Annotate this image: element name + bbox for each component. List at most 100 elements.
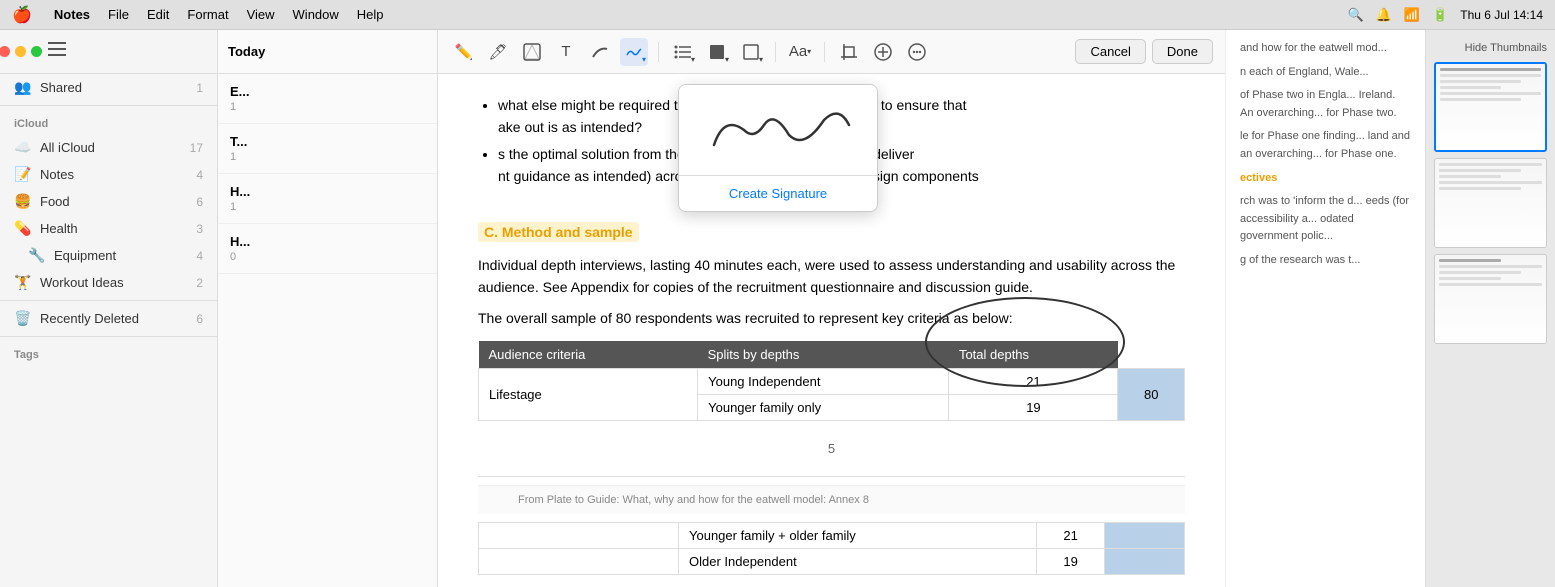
thumbnail-2[interactable] xyxy=(1434,158,1547,248)
right-text-4: le for Phase one finding... land and an … xyxy=(1240,128,1411,163)
sidebar-item-all-icloud[interactable]: ☁️ All iCloud 17 xyxy=(0,134,217,161)
all-icloud-label: All iCloud xyxy=(40,140,182,155)
text-tool-btn[interactable]: T xyxy=(552,38,580,66)
create-signature-button[interactable]: Create Signature xyxy=(679,176,877,211)
more-tool-btn[interactable] xyxy=(903,38,931,66)
equipment-icon: 🔧 xyxy=(28,247,46,264)
signature-canvas[interactable] xyxy=(679,85,878,175)
note-list-item-2[interactable]: T... 1 xyxy=(218,124,437,174)
note-list-item-3[interactable]: H... 1 xyxy=(218,174,437,224)
table2-cell-21b: 21 xyxy=(1037,523,1105,549)
app-container: 👥 Shared 1 iCloud ☁️ All iCloud 17 📝 Not… xyxy=(0,30,1555,587)
note-main: ✏️ 🖊 T ▾ ▾ ▾ ▾ xyxy=(438,30,1225,587)
divider-2 xyxy=(0,300,217,301)
page-number: 5 xyxy=(478,441,1185,456)
paragraph-1: Individual depth interviews, lasting 40 … xyxy=(478,254,1185,299)
frame-tool-btn[interactable]: ▾ xyxy=(737,38,765,66)
all-icloud-count: 17 xyxy=(190,141,203,155)
menubar-right: 🔍 🔔 📶 🔋 Thu 6 Jul 14:14 xyxy=(1348,7,1543,23)
health-label: Health xyxy=(40,221,188,236)
done-button[interactable]: Done xyxy=(1152,39,1213,64)
sidebar-item-shared[interactable]: 👥 Shared 1 xyxy=(0,74,217,101)
note-meta-2: 1 xyxy=(230,151,425,163)
paragraph-2: The overall sample of 80 respondents was… xyxy=(478,307,1185,329)
sidebar-item-equipment[interactable]: 🔧 Equipment 4 xyxy=(0,242,217,269)
pen-tool-btn[interactable]: ✏️ xyxy=(450,38,478,66)
note-meta-1: 1 xyxy=(230,101,425,113)
table2-row-2: Older Independent 19 xyxy=(479,549,1185,575)
menu-format[interactable]: Format xyxy=(187,7,228,22)
maximize-button[interactable] xyxy=(31,46,42,57)
note-list-item-4[interactable]: H... 0 xyxy=(218,224,437,274)
square-tool-btn[interactable]: ▾ xyxy=(703,38,731,66)
note-title-1: E... xyxy=(230,84,425,99)
section-heading: C. Method and sample xyxy=(478,222,639,242)
all-icloud-icon: ☁️ xyxy=(14,139,32,156)
table-header-criteria: Audience criteria xyxy=(479,341,698,369)
menu-file[interactable]: File xyxy=(108,7,129,22)
list-tool-btn[interactable]: ▾ xyxy=(669,38,697,66)
recently-deleted-label: Recently Deleted xyxy=(40,311,188,326)
shared-count: 1 xyxy=(196,81,203,95)
note-title-3: H... xyxy=(230,184,425,199)
right-panel: and how for the eatwell mod... n each of… xyxy=(1225,30,1425,587)
apple-menu[interactable]: 🍎 xyxy=(12,5,32,25)
divider-1 xyxy=(0,105,217,106)
sidebar-toolbar xyxy=(0,30,217,74)
note-title-4: H... xyxy=(230,234,425,249)
shape-tool-btn[interactable] xyxy=(518,38,546,66)
right-text-heading: ectives xyxy=(1240,170,1411,188)
food-label: Food xyxy=(40,194,188,209)
data-table-2: Younger family + older family 21 Older I… xyxy=(478,522,1185,575)
menu-view[interactable]: View xyxy=(247,7,275,22)
data-table-1: Audience criteria Splits by depths Total… xyxy=(478,341,1185,421)
note-meta-4: 0 xyxy=(230,251,425,263)
close-button[interactable] xyxy=(0,46,10,57)
signature-tool-btn[interactable]: ▾ xyxy=(620,38,648,66)
table2-row-1: Younger family + older family 21 xyxy=(479,523,1185,549)
add-tool-btn[interactable] xyxy=(869,38,897,66)
minimize-button[interactable] xyxy=(15,46,26,57)
sidebar-item-food[interactable]: 🍔 Food 6 xyxy=(0,188,217,215)
footer-text: From Plate to Guide: What, why and how f… xyxy=(518,494,869,506)
table-cell-lifestage: Lifestage xyxy=(479,369,698,421)
note-list-item-1[interactable]: E... 1 xyxy=(218,74,437,124)
thumbnail-3[interactable] xyxy=(1434,254,1547,344)
crop-tool-btn[interactable] xyxy=(835,38,863,66)
equipment-count: 4 xyxy=(196,249,203,263)
food-count: 6 xyxy=(196,195,203,209)
hide-thumbnails-button[interactable]: Hide Thumbnails xyxy=(1434,38,1547,62)
sidebar-item-health[interactable]: 💊 Health 3 xyxy=(0,215,217,242)
sidebar-item-notes[interactable]: 📝 Notes 4 xyxy=(0,161,217,188)
note-footer: From Plate to Guide: What, why and how f… xyxy=(478,485,1185,514)
menu-help[interactable]: Help xyxy=(357,7,384,22)
thumbnail-1[interactable] xyxy=(1434,62,1547,152)
icloud-section-label: iCloud xyxy=(0,110,217,134)
sidebar-toggle[interactable] xyxy=(48,42,66,61)
notes-folder-label: Notes xyxy=(40,167,188,182)
table-header-total: Total depths xyxy=(949,341,1118,369)
table-row-1: Lifestage Young Independent 21 80 xyxy=(479,369,1185,395)
sidebar-item-recently-deleted[interactable]: 🗑️ Recently Deleted 6 xyxy=(0,305,217,332)
highlight-tool-btn[interactable]: 🖊 xyxy=(484,38,512,66)
menubar: 🍎 Notes File Edit Format View Window Hel… xyxy=(0,0,1555,30)
menu-edit[interactable]: Edit xyxy=(147,7,169,22)
workout-icon: 🏋 xyxy=(14,274,32,291)
cancel-button[interactable]: Cancel xyxy=(1075,39,1145,64)
menu-notes[interactable]: Notes xyxy=(54,7,90,22)
table-cell-21: 21 xyxy=(949,369,1118,395)
table2-cell-older-ind: Older Independent xyxy=(679,549,1037,575)
menu-window[interactable]: Window xyxy=(293,7,339,22)
tags-label: Tags xyxy=(0,341,217,365)
table2-cell-total-empty xyxy=(1105,523,1185,549)
table-cell-younger-family: Younger family only xyxy=(698,395,949,421)
note-list: Today E... 1 T... 1 H... 1 H... 0 xyxy=(218,30,438,587)
font-tool-btn[interactable]: Aa▾ xyxy=(786,38,814,66)
workout-count: 2 xyxy=(196,276,203,290)
table-cell-19: 19 xyxy=(949,395,1118,421)
draw-tool-btn[interactable] xyxy=(586,38,614,66)
equipment-label: Equipment xyxy=(54,248,188,263)
sidebar-item-workout[interactable]: 🏋 Workout Ideas 2 xyxy=(0,269,217,296)
search-icon[interactable]: 🔍 xyxy=(1348,7,1364,23)
notification-icon[interactable]: 🔔 xyxy=(1376,7,1392,23)
